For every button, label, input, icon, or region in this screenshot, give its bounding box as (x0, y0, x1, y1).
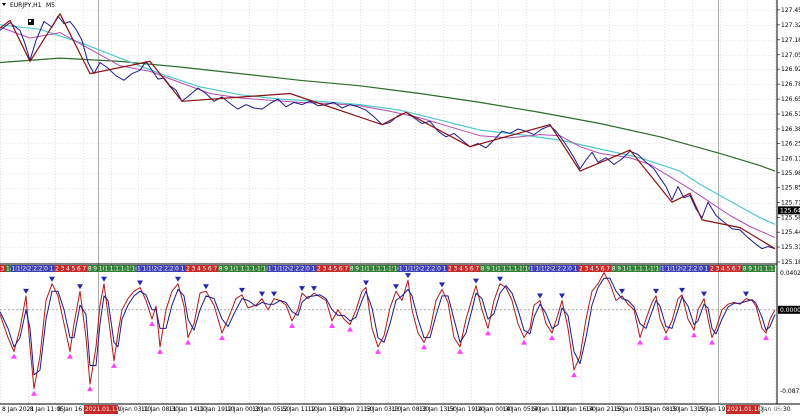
hour-label: 0 (175, 266, 179, 273)
hour-label: 7 (475, 266, 479, 273)
price-tick-label: 126.785 (781, 81, 800, 88)
hour-label: 0 (699, 266, 703, 273)
price-tick-label: 125.315 (781, 244, 800, 251)
hour-label: 7 (82, 266, 86, 273)
hour-label: 6 (732, 266, 736, 273)
hour-label: 1 (705, 266, 709, 273)
hour-label: 6 (208, 266, 212, 273)
hour-label: 7 (737, 266, 741, 273)
hour-label: 8 (481, 266, 485, 273)
hour-label: 8 (219, 266, 223, 273)
hour-label: 3 (61, 266, 65, 273)
price-tick-label: 125.449 (781, 229, 800, 236)
hour-label: 4 (590, 266, 594, 273)
hour-label: 8 (88, 266, 92, 273)
price-tick-label: 125.180 (781, 259, 800, 266)
highlighted-date-label: 2021.01.18 00:00 (727, 406, 781, 413)
hour-strip: 3 141819202122230 1 2 3 4 5 6 7 8 9 101112131415161… (0, 265, 778, 273)
hour-label: 5 (202, 266, 206, 273)
price-tick-label: 125.985 (781, 170, 800, 177)
hour-label: 9 (748, 266, 752, 273)
hour-label: 2 (579, 266, 583, 273)
hour-label: 8 (350, 266, 354, 273)
hour-label: 3 (323, 266, 327, 273)
hour-label: 0 (306, 266, 310, 273)
hour-label: 2 (55, 266, 59, 273)
hour-label: 9 (224, 266, 228, 273)
hour-label: 5 (726, 266, 730, 273)
price-tick-label: 126.920 (781, 66, 800, 73)
hour-label: 1 (181, 266, 185, 273)
price-tick-label: 127.185 (781, 37, 800, 44)
hour-label: 7 (344, 266, 348, 273)
hour-label: 3 (715, 266, 719, 273)
current-price-label: 125.646 (780, 207, 800, 214)
hour-label: 6 (601, 266, 605, 273)
hour-label: 6 (77, 266, 81, 273)
price-tick-label: 127.050 (781, 52, 800, 59)
hour-label: 6 (339, 266, 343, 273)
price-tick-label: 125.580 (781, 215, 800, 222)
hour-label: 9 (93, 266, 97, 273)
oscillator-tick-label: 0.0402 (780, 270, 800, 277)
hour-label: 5 (333, 266, 337, 273)
oscillator-tick-label: -0.0872 (780, 388, 800, 395)
trading-chart[interactable]: 127.455 127.320 127.185 127.050 126.920 126.7… (0, 0, 800, 416)
hour-label: 4 (197, 266, 201, 273)
hour-label: 9 (355, 266, 359, 273)
oscillator-tick-label: 0.0000 (780, 307, 800, 314)
hour-label: 2 (317, 266, 321, 273)
hour-label: 9 (617, 266, 621, 273)
price-tick-label: 126.515 (781, 111, 800, 118)
period-header: M5 (46, 2, 55, 9)
price-tick-label: 126.250 (781, 140, 800, 147)
price-tick-label: 125.850 (781, 185, 800, 192)
hour-label: 1 (50, 266, 54, 273)
symbol-header: EURJPY,H1 (10, 2, 42, 9)
hour-label: 0 (437, 266, 441, 273)
hour-label: 4 (721, 266, 725, 273)
cursor-icon (28, 19, 34, 25)
price-tick-label: 126.380 (781, 126, 800, 133)
price-tick-label: 127.455 (781, 7, 800, 14)
highlighted-date-label: 2021.01.11 03:00 (85, 406, 139, 413)
hour-label: 3 (1, 266, 5, 273)
price-tick-label: 126.115 (781, 155, 800, 162)
hour-label: 6 (470, 266, 474, 273)
hour-label: 4 (328, 266, 332, 273)
hour-label: 1 (574, 266, 578, 273)
hour-label: 5 (71, 266, 75, 273)
hour-label: 0 (44, 266, 48, 273)
hour-label: 2 (186, 266, 190, 273)
hour-label: 1 (443, 266, 447, 273)
price-tick-label: 127.320 (781, 22, 800, 29)
hour-label: 7 (213, 266, 217, 273)
hour-label: 2 (710, 266, 714, 273)
time-axis: 8 Jan 20218 Jan 11:058 Jan 16:25 11 Jan 0… (2, 405, 791, 414)
hour-label: 1 (312, 266, 316, 273)
price-tick-label: 126.650 (781, 96, 800, 103)
hour-label: 4 (459, 266, 463, 273)
hour-label: 9 (486, 266, 490, 273)
hour-label: 8 (612, 266, 616, 273)
hour-label: 3 (192, 266, 196, 273)
hour-label: 7 (606, 266, 610, 273)
hour-label: 5 (595, 266, 599, 273)
price-tick-label: 125.715 (781, 200, 800, 207)
hour-label: 8 (743, 266, 747, 273)
hour-label: 0 (568, 266, 572, 273)
hour-label: 2 (448, 266, 452, 273)
hour-label: 3 (453, 266, 457, 273)
hour-label: 4 (66, 266, 70, 273)
hour-label: 3 (584, 266, 588, 273)
hour-label: 5 (464, 266, 468, 273)
